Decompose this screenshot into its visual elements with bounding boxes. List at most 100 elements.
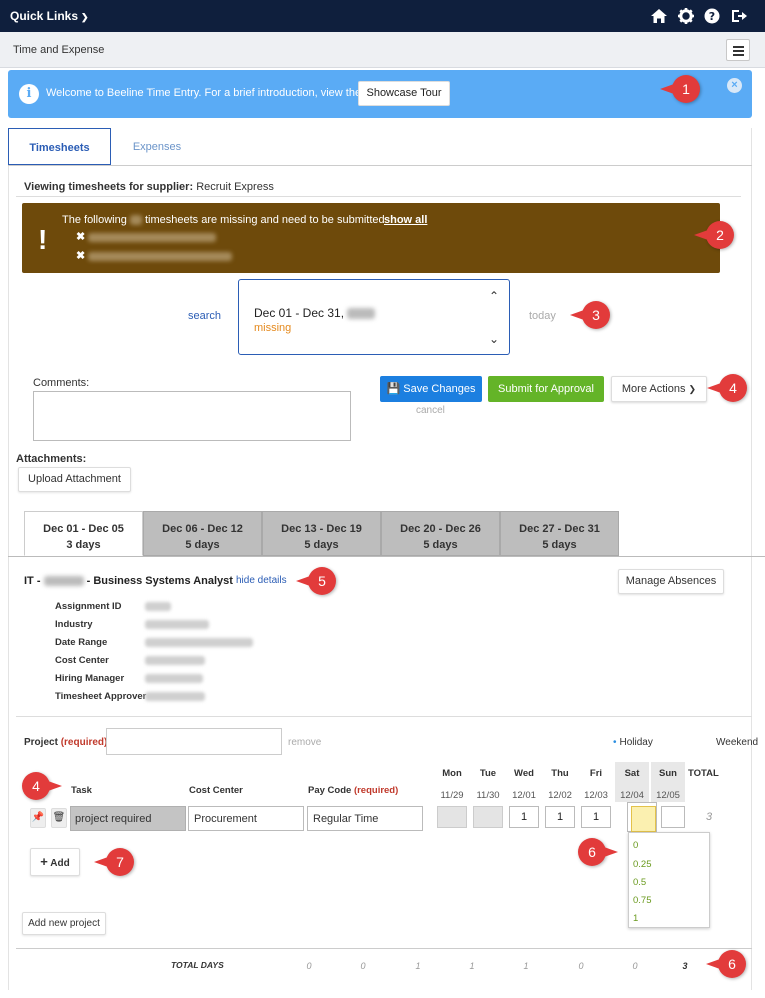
redacted-value bbox=[145, 674, 203, 683]
day-input-wed[interactable]: 1 bbox=[509, 806, 539, 828]
period-range-text: Dec 01 - Dec 31, bbox=[254, 306, 345, 320]
period-range: Dec 01 - Dec 31, bbox=[254, 306, 376, 320]
column-header-pay-code: Pay Code (required) bbox=[308, 785, 398, 796]
svg-text:?: ? bbox=[709, 10, 715, 23]
tab-timesheets[interactable]: Timesheets bbox=[8, 128, 111, 166]
dropdown-option[interactable]: 1 bbox=[633, 913, 638, 924]
period-selector[interactable]: Dec 01 - Dec 31, missing ⌃ ⌄ bbox=[238, 279, 510, 355]
week-tab-5[interactable]: Dec 27 - Dec 31 5 days bbox=[500, 511, 619, 556]
assignment-title: IT - - Business Systems Analyst bbox=[24, 575, 233, 587]
day-header: Wed bbox=[514, 768, 534, 779]
tab-divider bbox=[8, 165, 752, 166]
task-field[interactable]: project required bbox=[70, 806, 186, 831]
page-title: Time and Expense bbox=[13, 44, 105, 56]
home-icon[interactable] bbox=[650, 7, 668, 25]
gear-icon[interactable] bbox=[677, 7, 695, 25]
week-range: Dec 20 - Dec 26 bbox=[400, 523, 481, 535]
day-date: 11/30 bbox=[476, 790, 500, 801]
pin-icon[interactable]: 📌 bbox=[30, 808, 46, 828]
redacted-value bbox=[145, 620, 209, 629]
add-button[interactable]: + Add bbox=[30, 848, 80, 876]
total-mon: 0 bbox=[306, 961, 312, 971]
submit-for-approval-button[interactable]: Submit for Approval bbox=[488, 376, 604, 402]
redacted-value bbox=[145, 656, 205, 665]
info-icon: i bbox=[19, 84, 39, 104]
sign-out-icon[interactable] bbox=[730, 7, 748, 25]
hide-details-link[interactable]: hide details bbox=[236, 575, 287, 586]
holiday-legend: • Holiday bbox=[613, 737, 653, 748]
callout-badge: 3 bbox=[570, 301, 610, 329]
cancel-link[interactable]: cancel bbox=[416, 405, 445, 416]
show-all-link[interactable]: show all bbox=[384, 214, 427, 226]
tab-expenses[interactable]: Expenses bbox=[111, 128, 203, 166]
week-days: 5 days bbox=[304, 539, 339, 551]
manage-absences-button[interactable]: Manage Absences bbox=[618, 569, 724, 594]
total-sun: 0 bbox=[632, 961, 638, 971]
total-days-label: TOTAL DAYS bbox=[171, 960, 224, 970]
more-actions-button[interactable]: More Actions ❯ bbox=[611, 376, 707, 402]
week-tab-3[interactable]: Dec 13 - Dec 19 5 days bbox=[262, 511, 381, 556]
week-tab-1[interactable]: Dec 01 - Dec 05 3 days bbox=[24, 511, 143, 556]
close-icon[interactable]: × bbox=[727, 78, 742, 93]
dropdown-option[interactable]: 0.75 bbox=[633, 895, 652, 906]
missing-text-after: timesheets are missing and need to be su… bbox=[144, 214, 388, 226]
project-label-text: Project bbox=[24, 737, 58, 748]
callout-badge: 6 bbox=[578, 838, 618, 866]
detail-label-cost-center: Cost Center bbox=[55, 655, 109, 666]
hours-dropdown[interactable]: 0 0.25 0.5 0.75 1 bbox=[628, 832, 710, 928]
day-date: 12/02 bbox=[548, 790, 572, 801]
help-icon[interactable]: ? bbox=[703, 7, 721, 25]
day-input-sun[interactable] bbox=[661, 806, 685, 828]
pay-code-field[interactable]: Regular Time bbox=[307, 806, 423, 831]
quick-links-menu[interactable]: Quick Links ❯ bbox=[10, 9, 89, 23]
holiday-dot-icon: • bbox=[613, 737, 617, 748]
search-link[interactable]: search bbox=[188, 310, 221, 322]
assignment-role: - Business Systems Analyst bbox=[86, 575, 233, 587]
supplier-label: Viewing timesheets for supplier: bbox=[24, 181, 194, 193]
hamburger-line bbox=[733, 50, 744, 52]
upload-attachment-button[interactable]: Upload Attachment bbox=[18, 467, 131, 492]
showcase-tour-button[interactable]: Showcase Tour bbox=[358, 81, 450, 106]
comments-textarea[interactable] bbox=[33, 391, 351, 441]
chevron-down-icon[interactable]: ⌄ bbox=[489, 332, 499, 346]
remove-link[interactable]: remove bbox=[288, 737, 321, 748]
day-input-fri[interactable]: 1 bbox=[581, 806, 611, 828]
week-tab-4[interactable]: Dec 20 - Dec 26 5 days bbox=[381, 511, 500, 556]
add-new-project-button[interactable]: Add new project bbox=[22, 912, 106, 935]
callout-badge: 4 bbox=[22, 772, 62, 800]
day-date: 12/01 bbox=[512, 790, 536, 801]
day-header: Sat bbox=[624, 768, 640, 779]
week-range: Dec 27 - Dec 31 bbox=[519, 523, 600, 535]
detail-label-assignment-id: Assignment ID bbox=[55, 601, 122, 612]
supplier-name: Recruit Express bbox=[196, 181, 274, 193]
week-tab-2[interactable]: Dec 06 - Dec 12 5 days bbox=[143, 511, 262, 556]
chevron-up-icon[interactable]: ⌃ bbox=[489, 289, 499, 303]
redacted-year bbox=[347, 308, 376, 320]
project-input[interactable] bbox=[106, 728, 282, 755]
cost-center-field[interactable]: Procurement bbox=[188, 806, 304, 831]
dropdown-option[interactable]: 0.25 bbox=[633, 859, 652, 870]
save-changes-button[interactable]: 💾 Save Changes bbox=[380, 376, 482, 402]
dropdown-option[interactable]: 0 bbox=[633, 840, 638, 851]
redacted-period bbox=[88, 252, 232, 261]
total-thu: 1 bbox=[469, 961, 475, 971]
required-tag: (required) bbox=[60, 737, 108, 748]
total-sum: 3 bbox=[682, 961, 688, 971]
redacted-count bbox=[129, 215, 142, 226]
day-header: Tue bbox=[479, 768, 497, 779]
redacted-value bbox=[145, 692, 205, 701]
total-tue: 0 bbox=[360, 961, 366, 971]
week-days: 5 days bbox=[542, 539, 577, 551]
week-days: 5 days bbox=[423, 539, 458, 551]
day-header: Thu bbox=[551, 768, 569, 779]
today-link[interactable]: today bbox=[529, 310, 556, 322]
trash-icon[interactable]: 🗑 bbox=[51, 808, 67, 828]
close-icon[interactable]: ✖ bbox=[76, 249, 85, 262]
redacted-company bbox=[43, 576, 84, 587]
day-input-thu[interactable]: 1 bbox=[545, 806, 575, 828]
missing-text-before: The following bbox=[62, 214, 127, 226]
dropdown-option[interactable]: 0.5 bbox=[633, 877, 646, 888]
close-icon[interactable]: ✖ bbox=[76, 230, 85, 243]
hamburger-menu-button[interactable] bbox=[726, 39, 750, 61]
day-input-sat-focus[interactable] bbox=[631, 806, 656, 832]
